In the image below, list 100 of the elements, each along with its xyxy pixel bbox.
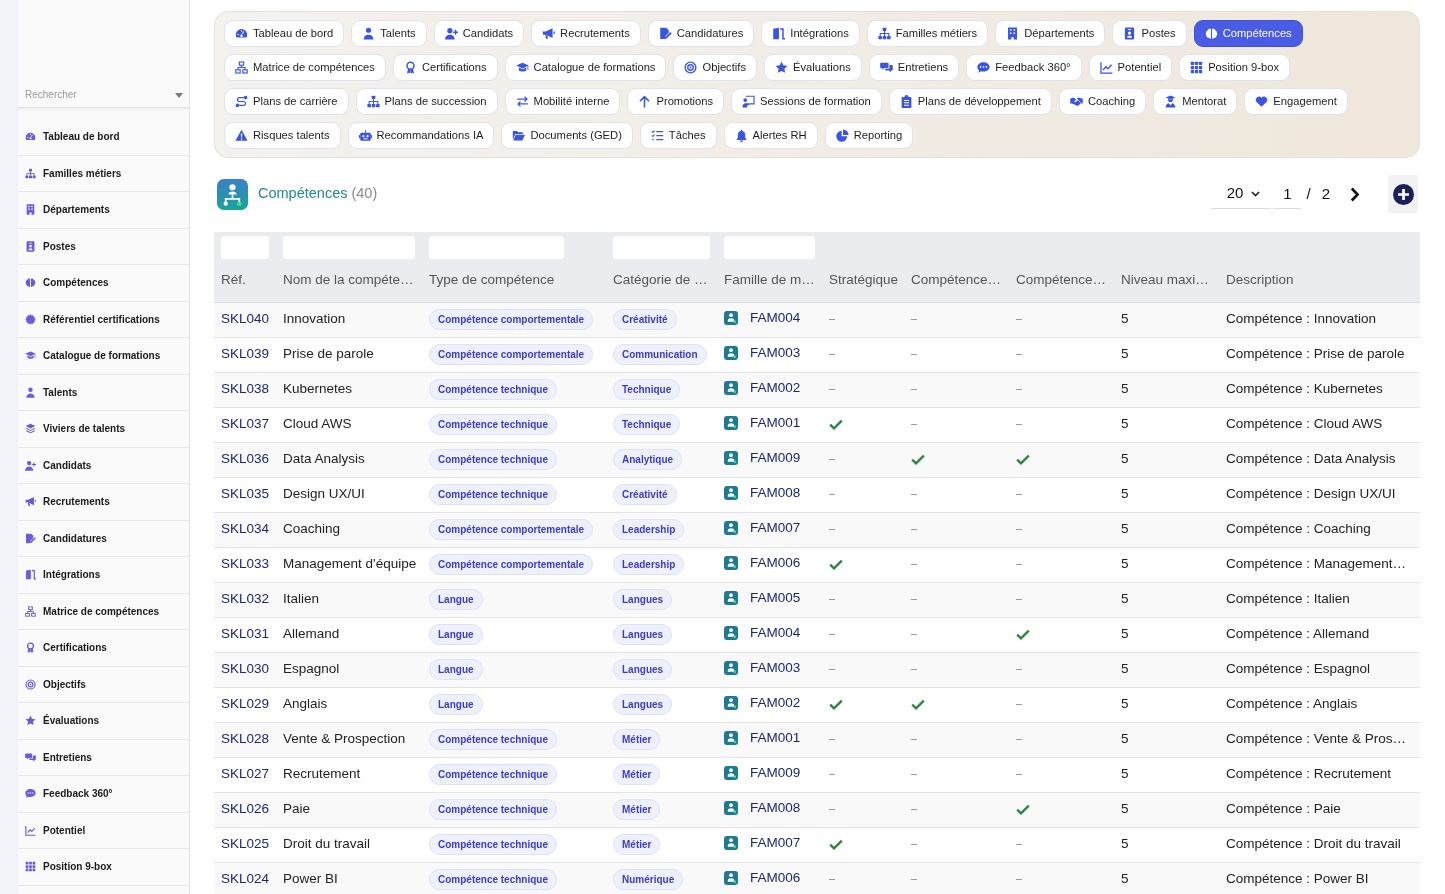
chat-dots-icon <box>25 788 36 800</box>
max-level-value: 5 <box>1121 836 1129 852</box>
sidebar-item[interactable]: Familles métiers <box>18 155 189 192</box>
person-tile-icon <box>724 660 738 675</box>
sidebar-item[interactable]: Tableau de bord <box>18 119 189 156</box>
family-link[interactable]: FAM004 <box>750 622 801 644</box>
nav-chip[interactable]: Compétences <box>1193 20 1303 47</box>
nav-chip[interactable]: Plans de développement <box>888 88 1052 115</box>
nav-chip[interactable]: Tâches <box>639 122 717 149</box>
ref-link[interactable]: SKL027 <box>221 766 270 782</box>
family-link[interactable]: FAM001 <box>750 412 801 434</box>
ref-link[interactable]: SKL025 <box>221 836 270 852</box>
nav-chip[interactable]: Plans de succession <box>355 88 498 115</box>
sidebar-item[interactable]: Candidats <box>18 447 189 484</box>
ref-link[interactable]: SKL037 <box>221 416 270 432</box>
nav-chip[interactable]: Talents <box>351 20 427 47</box>
nav-chip[interactable]: Recrutements <box>531 20 641 47</box>
sidebar-item[interactable]: Feedback 360° <box>18 776 189 813</box>
nav-chip[interactable]: Départements <box>995 20 1106 47</box>
nav-chip[interactable]: Évaluations <box>764 54 862 81</box>
nav-chip[interactable]: Entretiens <box>868 54 960 81</box>
family-link[interactable]: FAM003 <box>750 342 801 364</box>
nav-chip[interactable]: Recommandations IA <box>347 122 495 149</box>
nav-chip[interactable]: Sessions de formation <box>731 88 882 115</box>
nav-chip[interactable]: Promotions <box>627 88 725 115</box>
person-tile-icon <box>724 730 738 745</box>
type-tag: Compétence comportementale <box>429 554 594 575</box>
description-text: Compétence : Power BI <box>1226 871 1369 887</box>
nav-chip[interactable]: Potentiel <box>1088 54 1173 81</box>
page-size-select[interactable]: 20 <box>1211 179 1272 209</box>
building-icon <box>1006 27 1020 40</box>
nav-chip[interactable]: Coaching <box>1058 88 1147 115</box>
nav-chip[interactable]: Reporting <box>824 122 914 149</box>
page-input[interactable]: 1 <box>1273 179 1302 209</box>
nav-chip[interactable]: Intégrations <box>761 20 860 47</box>
sidebar-item[interactable]: Talents <box>18 374 189 411</box>
nav-chip[interactable]: Feedback 360° <box>966 54 1082 81</box>
max-level-value: 5 <box>1121 346 1129 362</box>
sidebar-item[interactable]: Évaluations <box>18 703 189 740</box>
nav-chip[interactable]: Mobilité interne <box>504 88 621 115</box>
category-tag: Langues <box>613 589 673 610</box>
nav-chip[interactable]: Familles métiers <box>866 20 989 47</box>
plus-circle-icon <box>1392 183 1414 205</box>
family-link[interactable]: FAM009 <box>750 762 801 784</box>
nav-chip[interactable]: Candidatures <box>647 20 755 47</box>
chat-bubbles-icon <box>25 751 36 763</box>
sidebar-item[interactable]: Recrutements <box>18 484 189 521</box>
nav-chip[interactable]: Matrice de compétences <box>224 54 386 81</box>
total-pages: 2 <box>1321 183 1330 204</box>
sidebar-item[interactable]: Entretiens <box>18 739 189 776</box>
graduation-cap-icon <box>515 61 529 74</box>
type-tag: Langue <box>429 694 483 715</box>
ref-link[interactable]: SKL039 <box>221 346 270 362</box>
ref-link[interactable]: SKL033 <box>221 556 270 572</box>
sidebar-item[interactable]: Objectifs <box>18 666 189 703</box>
max-level-value: 5 <box>1121 381 1129 397</box>
sidebar-item[interactable]: Candidatures <box>18 520 189 557</box>
nav-chip[interactable]: Postes <box>1112 20 1187 47</box>
nav-chip[interactable]: Mentorat <box>1153 88 1238 115</box>
description-text: Compétence : Prise de parole <box>1226 346 1405 362</box>
skill-name: Power BI <box>283 871 338 887</box>
sidebar-item[interactable]: Intégrations <box>18 557 189 594</box>
nav-chip[interactable]: Certifications <box>392 54 498 81</box>
search-field[interactable]: Rechercher <box>18 82 189 108</box>
person-tile-icon <box>724 625 738 640</box>
sidebar-item[interactable]: Viviers de talents <box>18 411 189 448</box>
skill-name: Data Analysis <box>283 451 365 467</box>
nav-chip[interactable]: Plans de carrière <box>224 88 349 115</box>
star-icon <box>25 715 36 727</box>
nav-chip[interactable]: Position 9-box <box>1179 54 1291 81</box>
person-tile-icon <box>724 415 738 430</box>
sidebar-item[interactable]: Départements <box>18 192 189 229</box>
sidebar-item[interactable]: Compétences <box>18 265 189 302</box>
nav-chip[interactable]: Tableau de bord <box>224 20 345 47</box>
nav-chip[interactable]: Alertes RH <box>723 122 818 149</box>
ref-link[interactable]: SKL035 <box>221 486 270 502</box>
ref-link[interactable]: SKL031 <box>221 626 270 642</box>
next-page-button[interactable] <box>1350 186 1360 202</box>
sidebar-item[interactable]: Référentiel certifications <box>18 301 189 338</box>
family-link[interactable]: FAM007 <box>750 832 801 854</box>
nav-chip[interactable]: Documents (GED) <box>501 122 633 149</box>
sidebar-item[interactable]: Postes <box>18 228 189 265</box>
nav-chip[interactable]: Catalogue de formations <box>504 54 667 81</box>
add-button[interactable] <box>1388 175 1418 213</box>
family-link[interactable]: FAM002 <box>750 692 801 714</box>
swap-arrows-icon <box>515 95 529 108</box>
sidebar-item[interactable]: Position 9-box <box>18 849 189 886</box>
user-plus-icon <box>25 459 36 471</box>
family-link[interactable]: FAM006 <box>750 552 801 574</box>
ref-link[interactable]: SKL029 <box>221 696 270 712</box>
nav-chip[interactable]: Risques talents <box>224 122 341 149</box>
nav-chip[interactable]: Candidats <box>433 20 525 47</box>
sidebar-item[interactable]: Potentiel <box>18 812 189 849</box>
page-title: Compétences <box>258 184 348 204</box>
nav-chip[interactable]: Objectifs <box>673 54 757 81</box>
sidebar-item[interactable]: Catalogue de formations <box>18 338 189 375</box>
family-link[interactable]: FAM008 <box>750 482 801 504</box>
sidebar-item[interactable]: Matrice de compétences <box>18 593 189 630</box>
sidebar-item[interactable]: Certifications <box>18 630 189 667</box>
nav-chip[interactable]: Engagement <box>1244 88 1348 115</box>
